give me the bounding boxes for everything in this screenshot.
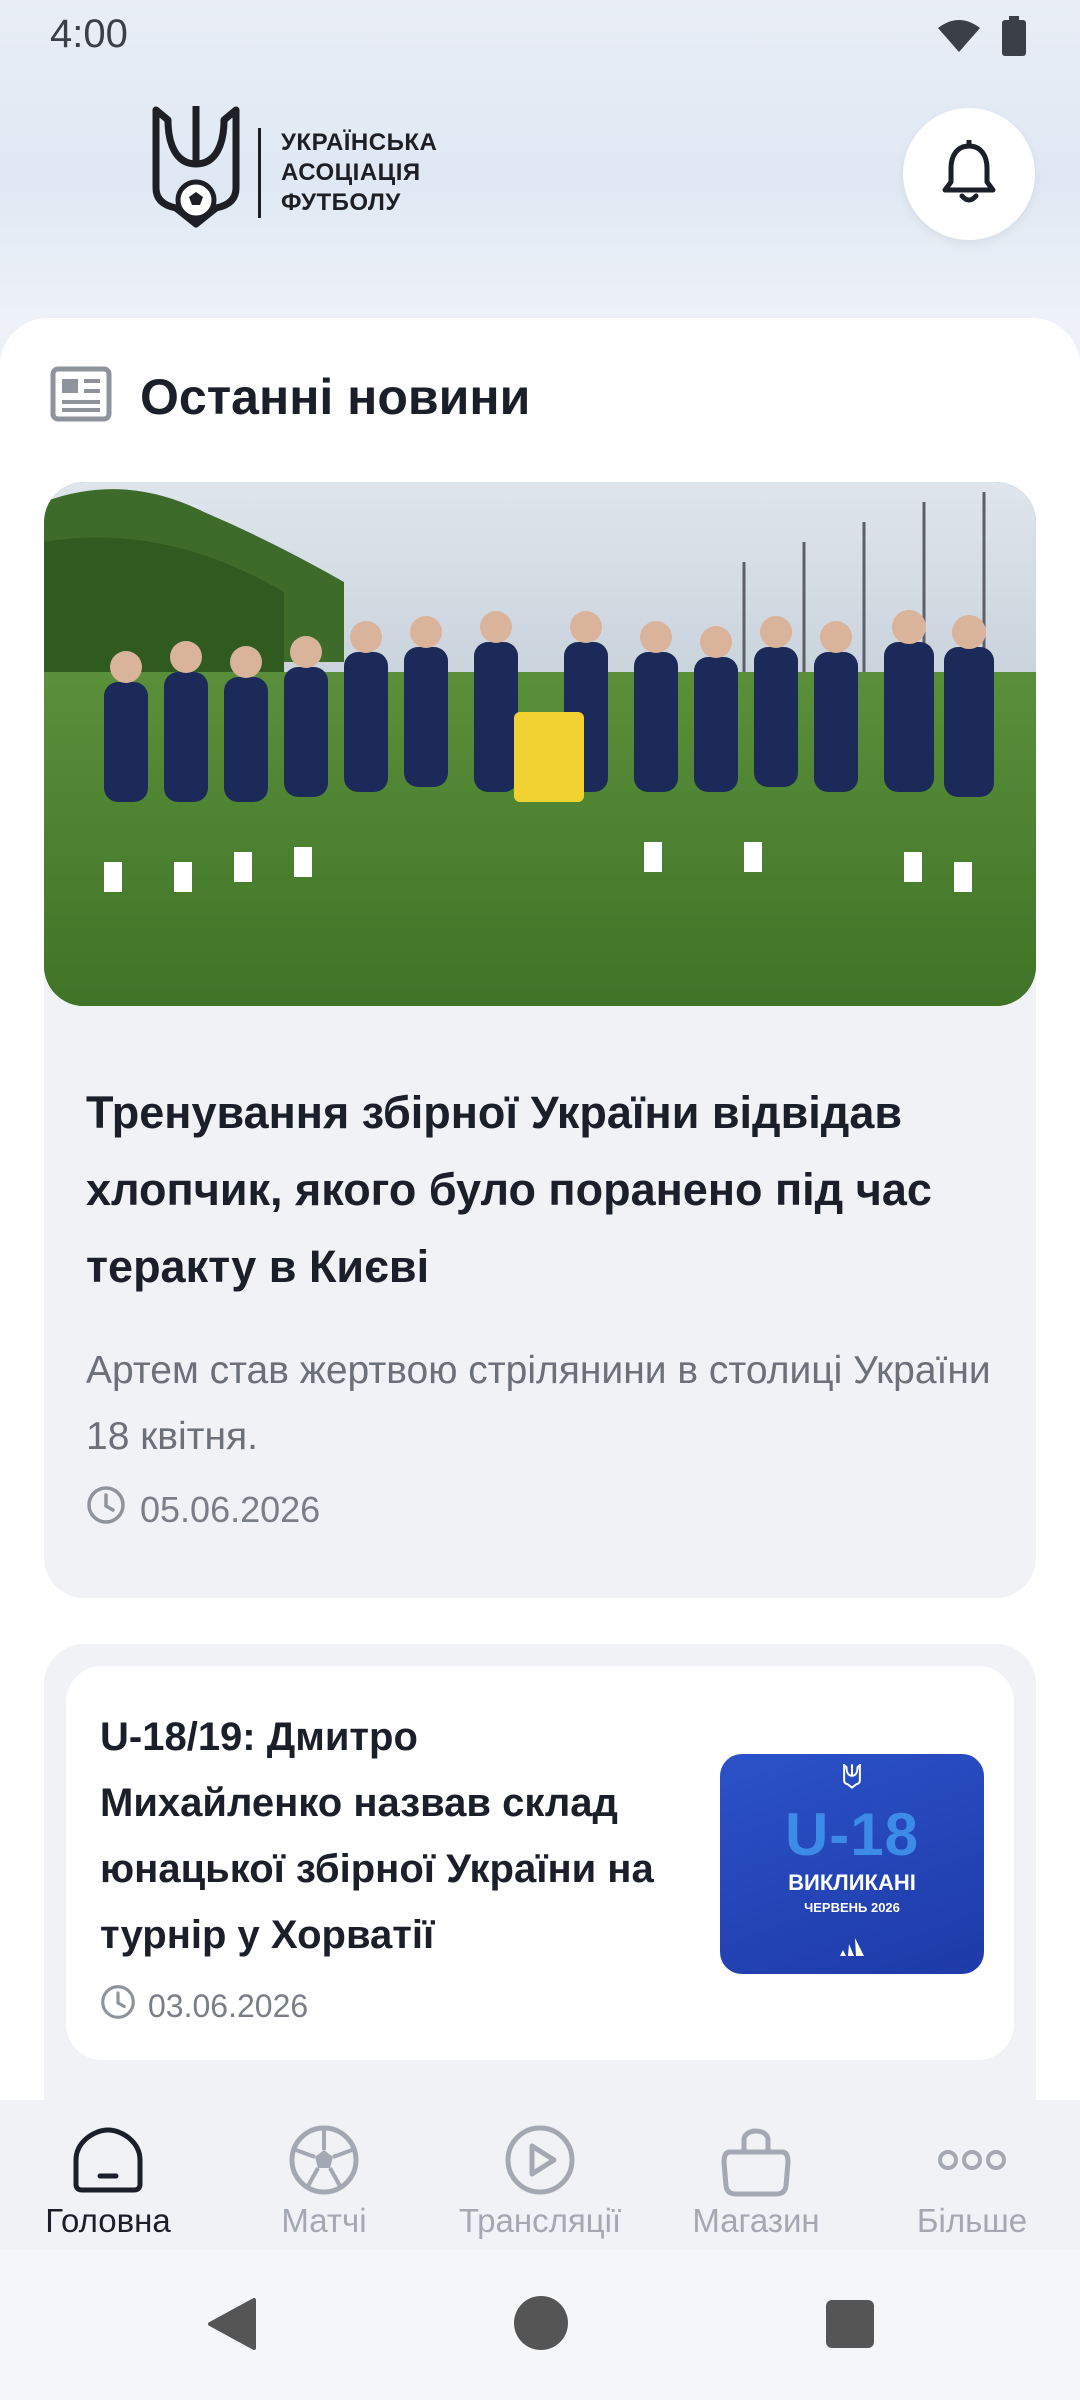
featured-news-date: 05.06.2026 — [140, 1488, 321, 1530]
thumb-mid-text: ВИКЛИКАНІ — [788, 1870, 916, 1895]
uaf-logo[interactable]: УКРАЇНСЬКА АСОЦІАЦІЯ ФУТБОЛУ — [146, 104, 437, 241]
section-title: Останні новини — [140, 368, 531, 425]
status-bar: 4:00 — [0, 0, 1080, 72]
clock-icon — [100, 1984, 136, 2028]
bottom-navigation: Головна Матчі Трансляції Магазин Більше — [0, 2100, 1080, 2250]
featured-news-description: Артем став жертвою стрілянини в столиці … — [86, 1349, 991, 1458]
thumb-big-text: U-18 — [784, 1801, 920, 1868]
news-list: U-18/19: Дмитро Михайленко назвав склад … — [44, 1644, 1036, 2100]
app-header: УКРАЇНСЬКА АСОЦІАЦІЯ ФУТБОЛУ — [0, 72, 1080, 317]
football-icon — [288, 2122, 360, 2198]
nav-more[interactable]: Більше — [864, 2100, 1080, 2250]
adidas-logo-icon — [838, 1938, 866, 1963]
news-title[interactable]: U-18/19: Дмитро Михайленко назвав склад … — [100, 1704, 670, 1968]
nav-label: Магазин — [692, 2202, 820, 2239]
news-date-row: 03.06.2026 — [100, 1984, 308, 2028]
more-icon — [936, 2122, 1008, 2198]
wifi-icon — [936, 18, 982, 59]
nav-label: Головна — [45, 2202, 171, 2239]
system-navigation-bar — [0, 2250, 1080, 2400]
play-icon — [504, 2122, 576, 2198]
thumb-trident-icon — [720, 1763, 984, 1793]
featured-news-date-row: 05.06.2026 — [86, 1485, 320, 1534]
news-date: 03.06.2026 — [148, 1987, 309, 2024]
notifications-button[interactable] — [903, 108, 1035, 240]
news-sheet[interactable]: Останні новини Тренування збірної Україн… — [0, 318, 1080, 2100]
newspaper-icon — [50, 366, 112, 427]
clock-icon — [86, 1485, 126, 1534]
recents-icon[interactable] — [826, 2300, 874, 2348]
home-circle-icon[interactable] — [514, 2296, 568, 2350]
thumb-small-text: ЧЕРВЕНЬ 2026 — [804, 1900, 900, 1915]
news-card[interactable]: U-18/19: Дмитро Михайленко назвав склад … — [66, 1666, 1014, 2060]
status-icons — [936, 16, 1026, 61]
home-icon — [70, 2122, 146, 2198]
section-header: Останні новини — [50, 366, 530, 427]
featured-news-card[interactable]: Тренування збірної України відвідав хлоп… — [44, 482, 1036, 1598]
nav-label: Матчі — [281, 2202, 367, 2239]
featured-news-image — [44, 482, 1036, 1006]
nav-shop[interactable]: Магазин — [648, 2100, 864, 2250]
shopping-bag-icon — [720, 2122, 792, 2198]
logo-text: УКРАЇНСЬКА АСОЦІАЦІЯ ФУТБОЛУ — [258, 127, 437, 218]
news-thumbnail: U-18 ВИКЛИКАНІ ЧЕРВЕНЬ 2026 — [720, 1754, 984, 1974]
status-time: 4:00 — [50, 12, 128, 56]
nav-home[interactable]: Головна — [0, 2100, 216, 2250]
nav-label: Більше — [916, 2202, 1028, 2239]
nav-broadcasts[interactable]: Трансляції — [432, 2100, 648, 2250]
featured-news-title[interactable]: Тренування збірної України відвідав хлоп… — [86, 1074, 1006, 1305]
nav-matches[interactable]: Матчі — [216, 2100, 432, 2250]
bell-icon — [939, 138, 999, 209]
trident-icon — [146, 104, 246, 241]
nav-label: Трансляції — [458, 2202, 622, 2239]
back-icon[interactable] — [206, 2296, 258, 2357]
battery-icon — [1002, 16, 1026, 61]
